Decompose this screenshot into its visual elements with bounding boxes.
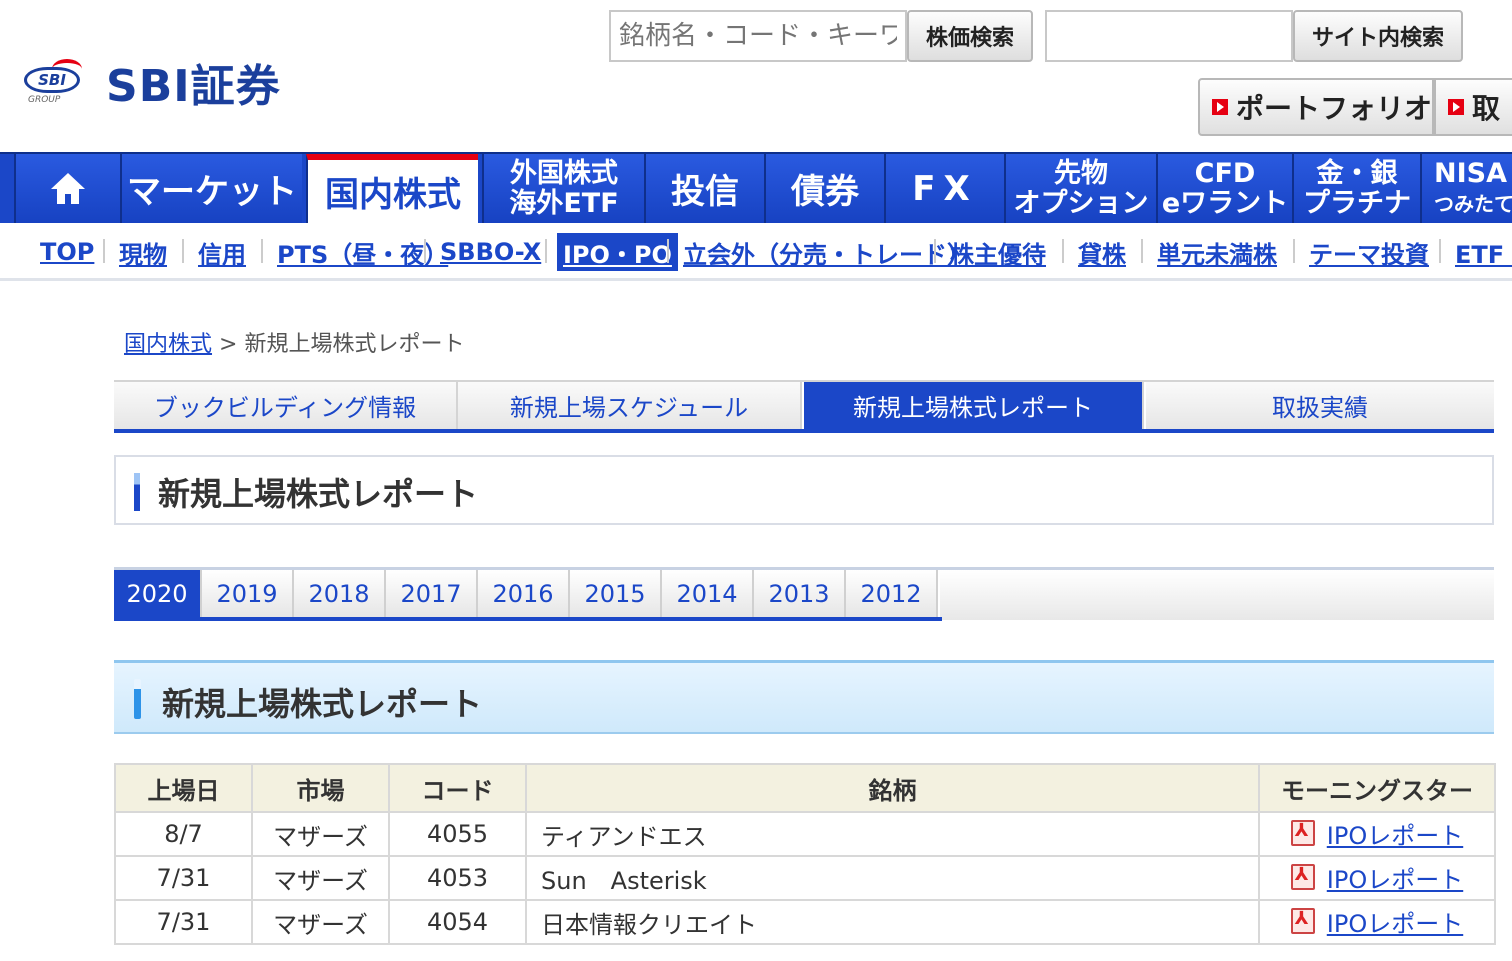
col-header-morningstar: モーニングスター	[1258, 763, 1496, 813]
col-header-market: 市場	[251, 763, 390, 813]
cell-name: 日本情報クリエイト	[525, 899, 1260, 945]
home-icon	[51, 172, 85, 205]
pdf-icon	[1290, 864, 1315, 891]
year-tab-2019[interactable]: 2019	[202, 570, 294, 617]
year-tab-2017[interactable]: 2017	[386, 570, 478, 617]
nav-nisa[interactable]: NISAつみたてN	[1420, 154, 1512, 223]
page-title-box: 新規上場株式レポート	[114, 455, 1494, 525]
subnav-top[interactable]: TOP	[40, 233, 94, 271]
pdf-icon	[1290, 820, 1315, 847]
breadcrumb-current: 新規上場株式レポート	[244, 332, 465, 357]
section-heading-box: 新規上場株式レポート	[114, 660, 1494, 734]
cell-code: 4053	[388, 855, 527, 901]
tab-book-building[interactable]: ブックビルディング情報	[114, 382, 458, 429]
global-nav: マーケット 国内株式 外国株式 海外ETF 投信 債券 FX 先物 オプション CF…	[0, 152, 1512, 223]
table-row: 7/31 マザーズ 4053 Sun Asterisk IPOレポート	[114, 855, 1496, 901]
table-row: 8/7 マザーズ 4055 ティアンドエス IPOレポート	[114, 811, 1496, 857]
cell-market: マザーズ	[251, 855, 390, 901]
subnav-stock-lending[interactable]: 貸株	[1078, 233, 1126, 271]
site-header: SBI GROUP SBI証券 株価検索 サイト内検索 ポートフォリオ 取	[0, 0, 1512, 152]
heading-bar	[134, 473, 140, 511]
cell-name: ティアンドエス	[525, 811, 1260, 857]
breadcrumb-domestic-stock[interactable]: 国内株式	[124, 332, 212, 357]
year-tab-2016[interactable]: 2016	[478, 570, 570, 617]
cell-date: 7/31	[114, 899, 253, 945]
cell-code: 4055	[388, 811, 527, 857]
nav-home[interactable]	[14, 154, 120, 223]
cell-name: Sun Asterisk	[525, 855, 1260, 901]
cell-market: マザーズ	[251, 899, 390, 945]
ipo-report-link[interactable]: IPOレポート	[1290, 904, 1463, 939]
year-tabs: 2020 2019 2018 2017 2016 2015 2014 2013 …	[114, 567, 1494, 621]
cell-report: IPOレポート	[1258, 855, 1496, 901]
subnav-margin[interactable]: 信用	[198, 233, 246, 271]
nav-foreign-stock[interactable]: 外国株式 海外ETF	[482, 154, 644, 223]
stock-search-button[interactable]: 株価検索	[907, 10, 1033, 62]
col-header-name: 銘柄	[525, 763, 1260, 813]
ipo-tabs: ブックビルディング情報 新規上場スケジュール 新規上場株式レポート 取扱実績	[114, 380, 1494, 433]
col-header-code: コード	[388, 763, 527, 813]
sub-nav: TOP 現物 信用 PTS（昼・夜） SBBO-X IPO・PO 立会外（分売・…	[0, 223, 1512, 281]
breadcrumb: 国内株式 > 新規上場株式レポート	[124, 332, 465, 357]
portfolio-button[interactable]: ポートフォリオ	[1198, 78, 1434, 136]
cell-date: 7/31	[114, 855, 253, 901]
arrow-icon	[1212, 99, 1228, 115]
site-search-input[interactable]	[1045, 10, 1293, 62]
heading-bar	[134, 679, 141, 719]
table-row: 7/31 マザーズ 4054 日本情報クリエイト IPOレポート	[114, 899, 1496, 945]
subnav-etf[interactable]: ETF・	[1455, 233, 1512, 271]
table-header-row: 上場日 市場 コード 銘柄 モーニングスター	[114, 763, 1496, 813]
nav-market[interactable]: マーケット	[120, 154, 302, 223]
year-tab-2015[interactable]: 2015	[570, 570, 662, 617]
nav-investment-trust[interactable]: 投信	[644, 154, 764, 223]
trade-button[interactable]: 取	[1434, 78, 1512, 136]
cell-report: IPOレポート	[1258, 811, 1496, 857]
logo-text: SBI証券	[106, 61, 281, 112]
stock-search-input[interactable]	[609, 10, 907, 62]
nav-cfd[interactable]: CFD eワラント	[1156, 154, 1292, 223]
sbi-logo[interactable]: SBI GROUP SBI証券	[22, 50, 281, 114]
subnav-shareholder-benefits[interactable]: 株主優待	[950, 233, 1046, 271]
site-search-button[interactable]: サイト内検索	[1293, 10, 1463, 62]
subnav-cash[interactable]: 現物	[119, 233, 167, 271]
year-tab-2013[interactable]: 2013	[754, 570, 846, 617]
nav-bonds[interactable]: 債券	[764, 154, 884, 223]
year-tab-2014[interactable]: 2014	[662, 570, 754, 617]
nav-domestic-stock[interactable]: 国内株式	[306, 154, 478, 223]
subnav-off-floor[interactable]: 立会外（分売・トレード）	[683, 233, 971, 271]
col-header-listing-date: 上場日	[114, 763, 253, 813]
ipo-report-link[interactable]: IPOレポート	[1290, 816, 1463, 851]
sbi-group-badge: SBI GROUP	[22, 57, 84, 107]
cell-code: 4054	[388, 899, 527, 945]
tab-track-record[interactable]: 取扱実績	[1146, 382, 1494, 429]
cell-market: マザーズ	[251, 811, 390, 857]
tab-listing-report[interactable]: 新規上場株式レポート	[804, 382, 1144, 429]
subnav-ipo-po[interactable]: IPO・PO	[557, 233, 678, 271]
ipo-report-link[interactable]: IPOレポート	[1290, 860, 1463, 895]
subnav-pts[interactable]: PTS（昼・夜）	[277, 233, 448, 271]
cell-report: IPOレポート	[1258, 899, 1496, 945]
arrow-icon	[1448, 99, 1464, 115]
year-tab-2018[interactable]: 2018	[294, 570, 386, 617]
nav-gold-silver[interactable]: 金・銀 プラチナ	[1292, 154, 1420, 223]
subnav-theme-investment[interactable]: テーマ投資	[1309, 233, 1429, 271]
nav-futures-options[interactable]: 先物 オプション	[1004, 154, 1156, 223]
subnav-odd-lot[interactable]: 単元未満株	[1157, 233, 1277, 271]
pdf-icon	[1290, 908, 1315, 935]
year-tab-2020[interactable]: 2020	[114, 570, 202, 617]
year-tab-2012[interactable]: 2012	[846, 570, 938, 617]
subnav-sbbo-x[interactable]: SBBO-X	[440, 233, 541, 271]
page-title: 新規上場株式レポート	[158, 475, 479, 513]
cell-date: 8/7	[114, 811, 253, 857]
section-title: 新規上場株式レポート	[162, 685, 483, 723]
nav-fx[interactable]: FX	[884, 154, 1004, 223]
ipo-report-table: 上場日 市場 コード 銘柄 モーニングスター 8/7 マザーズ 4055 ティア…	[114, 763, 1496, 945]
tab-listing-schedule[interactable]: 新規上場スケジュール	[458, 382, 802, 429]
